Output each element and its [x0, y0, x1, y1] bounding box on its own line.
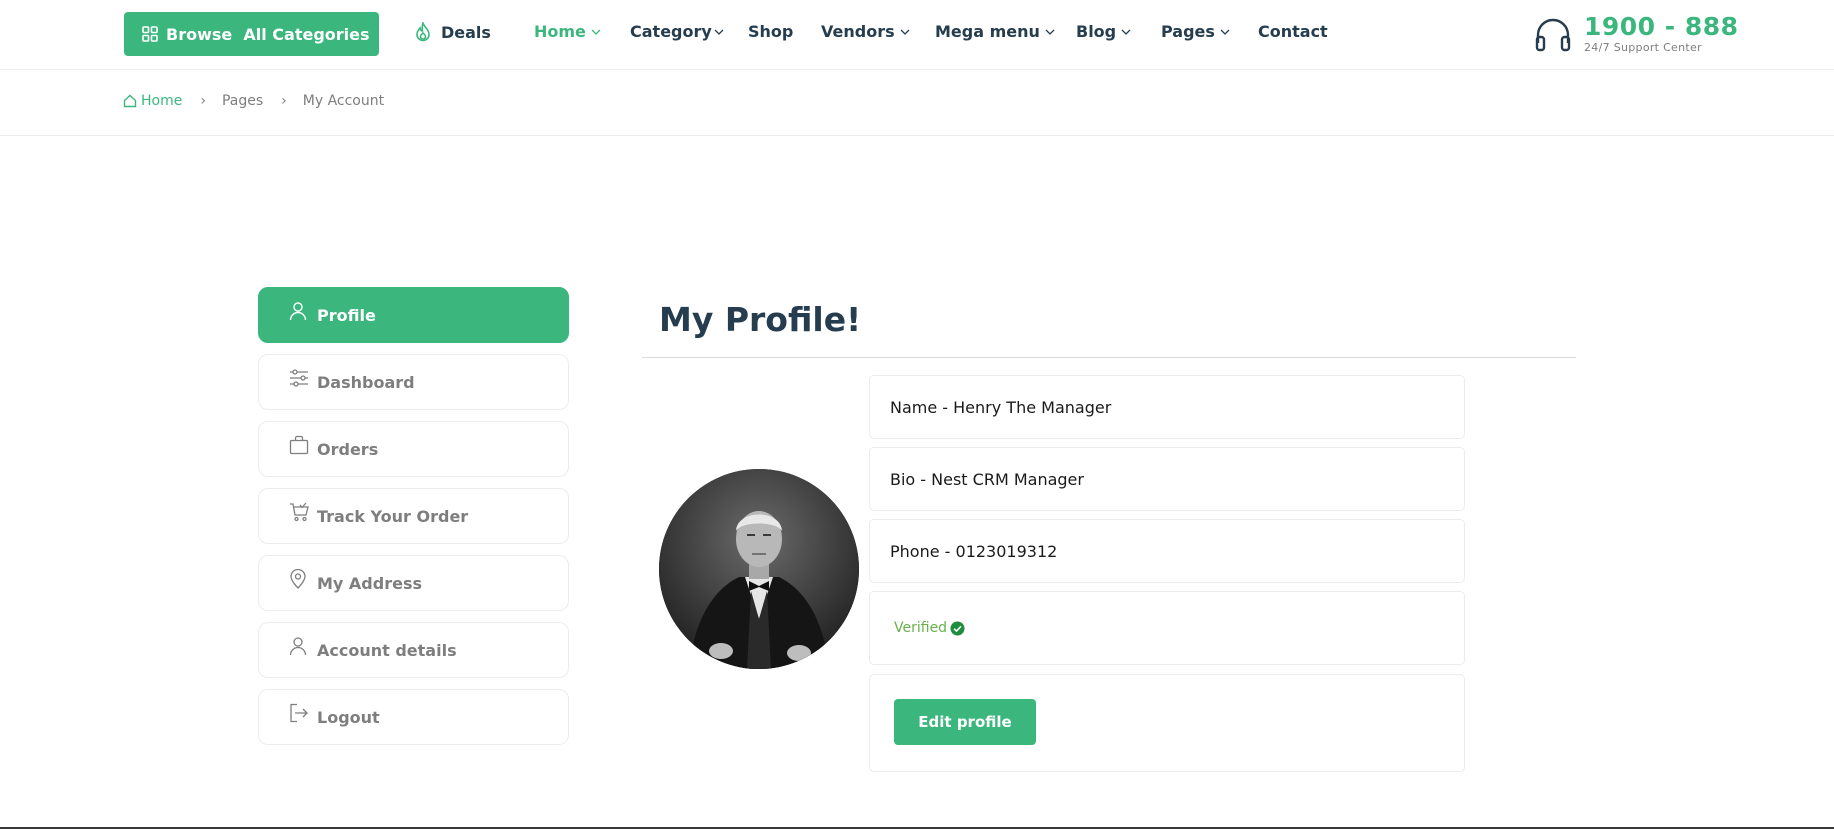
nav-deals[interactable]: Deals: [414, 22, 491, 42]
breadcrumb-separator: ›: [200, 93, 206, 109]
verified-status: Verified: [870, 620, 965, 636]
chevron-down-icon: [1220, 29, 1230, 35]
sidebar-item-my-address[interactable]: My Address: [258, 555, 569, 611]
support-label: 24/7 Support Center: [1584, 41, 1702, 54]
breadcrumb-bar: Home › Pages › My Account: [0, 70, 1834, 136]
sidebar-item-profile[interactable]: Profile: [258, 287, 569, 343]
nav-category[interactable]: Category: [630, 22, 724, 41]
site-header: Browse All Categories Deals Home Categor…: [0, 0, 1834, 70]
nav-deals-label: Deals: [441, 22, 491, 42]
map-pin-icon: [289, 569, 309, 589]
nav-shop-label: Shop: [748, 22, 794, 41]
breadcrumb-home-label: Home: [141, 93, 183, 109]
cart-icon: [289, 502, 309, 522]
sidebar-item-label: Orders: [317, 439, 379, 459]
sidebar-item-label: My Address: [317, 573, 422, 593]
title-divider: [642, 357, 1576, 358]
nav-mega-menu[interactable]: Mega menu: [935, 22, 1055, 41]
nav-mega-menu-label: Mega menu: [935, 22, 1040, 41]
sidebar-item-label: Account details: [317, 640, 457, 660]
sliders-icon: [289, 368, 309, 388]
profile-name: Name - Henry The Manager: [890, 397, 1112, 417]
sidebar-item-dashboard[interactable]: Dashboard: [258, 354, 569, 410]
nav-contact[interactable]: Contact: [1258, 22, 1328, 41]
nav-category-label: Category: [630, 22, 712, 41]
support-center[interactable]: 1900 - 888 24/7 Support Center: [1534, 12, 1738, 57]
nav-pages[interactable]: Pages: [1161, 22, 1230, 41]
user-icon: [289, 636, 309, 656]
breadcrumb: Home › Pages › My Account: [123, 93, 384, 109]
chevron-down-icon: [1045, 29, 1055, 35]
profile-status-field: Verified: [869, 591, 1465, 665]
nav-blog[interactable]: Blog: [1076, 22, 1131, 41]
sidebar-item-label: Profile: [317, 305, 376, 325]
nav-contact-label: Contact: [1258, 22, 1328, 41]
nav-blog-label: Blog: [1076, 22, 1117, 41]
sidebar-item-logout[interactable]: Logout: [258, 689, 569, 745]
logout-icon: [289, 703, 309, 723]
profile-phone-field: Phone - 0123019312: [869, 519, 1465, 583]
nav-home-label: Home: [534, 22, 586, 41]
user-icon: [289, 301, 309, 321]
chevron-down-icon: [1121, 29, 1131, 35]
profile-phone: Phone - 0123019312: [890, 541, 1058, 561]
support-phone: 1900 - 888: [1584, 12, 1739, 41]
chevron-down-icon: [591, 29, 601, 35]
sidebar-item-account-details[interactable]: Account details: [258, 622, 569, 678]
verified-label: Verified: [894, 620, 948, 636]
bag-icon: [289, 435, 309, 455]
sidebar-item-label: Dashboard: [317, 372, 415, 392]
home-icon: [123, 94, 137, 108]
flame-icon: [414, 22, 432, 42]
sidebar-item-track-order[interactable]: Track Your Order: [258, 488, 569, 544]
nav-vendors[interactable]: Vendors: [821, 22, 910, 41]
breadcrumb-home[interactable]: Home: [123, 93, 182, 109]
page-title: My Profile!: [659, 300, 862, 339]
breadcrumb-pages[interactable]: Pages: [222, 93, 263, 109]
check-circle-icon: [950, 621, 965, 636]
avatar: [659, 469, 859, 669]
profile-actions: Edit profile: [869, 674, 1465, 772]
edit-profile-button[interactable]: Edit profile: [894, 699, 1036, 745]
nav-pages-label: Pages: [1161, 22, 1215, 41]
breadcrumb-separator: ›: [281, 93, 287, 109]
nav-shop[interactable]: Shop: [748, 22, 793, 41]
breadcrumb-current: My Account: [302, 93, 385, 109]
chevron-down-icon: [714, 29, 724, 35]
chevron-down-icon: [900, 29, 910, 35]
sidebar-item-label: Track Your Order: [317, 506, 469, 526]
sidebar-item-orders[interactable]: Orders: [258, 421, 569, 477]
nav-home[interactable]: Home: [534, 22, 601, 41]
headset-icon: [1534, 17, 1572, 57]
profile-name-field: Name - Henry The Manager: [869, 375, 1465, 439]
profile-bio-field: Bio - Nest CRM Manager: [869, 447, 1465, 511]
profile-bio: Bio - Nest CRM Manager: [890, 469, 1084, 489]
nav-vendors-label: Vendors: [821, 22, 895, 41]
sidebar-item-label: Logout: [317, 707, 380, 727]
